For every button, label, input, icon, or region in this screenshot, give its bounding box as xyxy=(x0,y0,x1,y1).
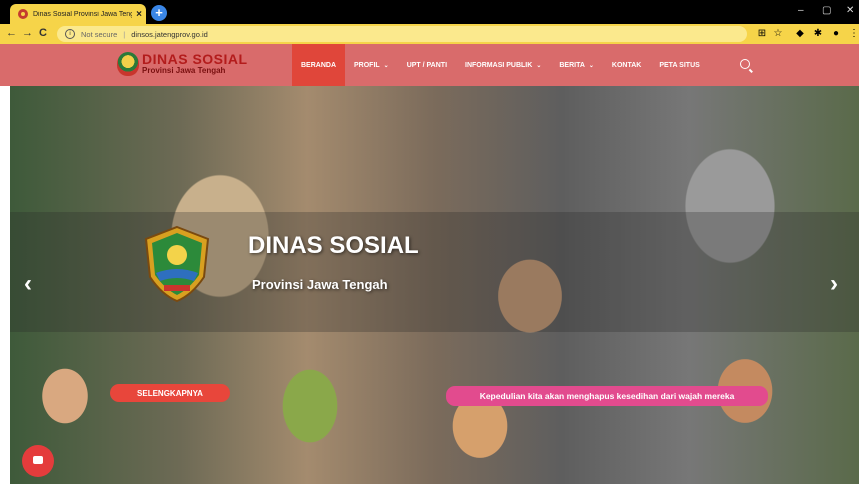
url-input[interactable]: i Not secure | dinsos.jatengprov.go.id xyxy=(57,26,747,42)
hero-overlay xyxy=(10,212,859,332)
profile-icon[interactable]: ● xyxy=(830,28,842,40)
divider: | xyxy=(123,29,126,39)
nav-item-berita[interactable]: BERITA ⌄ xyxy=(550,44,603,86)
security-label: Not secure xyxy=(81,29,118,39)
chat-widget-icon[interactable] xyxy=(22,445,54,477)
nav-item-kontak[interactable]: KONTAK xyxy=(603,44,650,86)
info-icon[interactable]: i xyxy=(65,29,75,39)
hero-slider-image xyxy=(10,86,859,484)
forward-icon[interactable]: → xyxy=(22,27,33,39)
logo-emblem-icon[interactable] xyxy=(117,52,139,76)
nav-item-upt-panti[interactable]: UPT / PANTI xyxy=(398,44,456,86)
extension-icon[interactable]: ◆ xyxy=(794,28,806,40)
nav-item-profil[interactable]: PROFIL ⌄ xyxy=(345,44,398,86)
minimize-icon[interactable]: – xyxy=(798,5,804,16)
url-text: dinsos.jatengprov.go.id xyxy=(131,29,208,39)
browser-menu-icon[interactable]: ⋮ xyxy=(848,28,859,40)
search-icon[interactable] xyxy=(740,59,750,69)
nav-item-beranda[interactable]: BERANDA xyxy=(292,44,345,86)
address-bar-row: ← → C i Not secure | dinsos.jatengprov.g… xyxy=(0,24,859,44)
brand-title[interactable]: DINAS SOSIAL xyxy=(142,51,248,67)
main-navigation: BERANDA PROFIL ⌄ UPT / PANTI INFORMASI PU… xyxy=(292,44,709,86)
nav-item-peta-situs[interactable]: PETA SITUS xyxy=(650,44,708,86)
chevron-down-icon: ⌄ xyxy=(536,62,542,69)
hero-tagline: Kepedulian kita akan menghapus kesedihan… xyxy=(446,386,768,406)
tab-title: Dinas Sosial Provinsi Jawa Tengah xyxy=(33,10,132,18)
hero-title: DINAS SOSIAL xyxy=(248,232,419,259)
translate-icon[interactable]: ⊞ xyxy=(756,28,768,40)
maximize-icon[interactable]: ▢ xyxy=(822,5,831,16)
selengkapnya-button[interactable]: SELENGKAPNYA xyxy=(110,384,230,402)
brand-subtitle[interactable]: Provinsi Jawa Tengah xyxy=(142,66,225,75)
hero-subtitle: Provinsi Jawa Tengah xyxy=(252,277,388,292)
slider-next-icon[interactable]: › xyxy=(830,272,838,296)
nav-item-informasi-publik[interactable]: INFORMASI PUBLIK ⌄ xyxy=(456,44,550,86)
bookmark-star-icon[interactable]: ☆ xyxy=(772,28,784,40)
province-emblem-icon xyxy=(144,225,210,303)
reload-icon[interactable]: C xyxy=(39,27,47,39)
site-favicon-icon xyxy=(18,9,28,19)
browser-tab-strip: Dinas Sosial Provinsi Jawa Tengah × + – … xyxy=(0,0,859,24)
back-icon[interactable]: ← xyxy=(6,27,17,39)
chevron-down-icon: ⌄ xyxy=(383,62,389,69)
tab-close-icon[interactable]: × xyxy=(132,9,146,20)
new-tab-button[interactable]: + xyxy=(151,5,167,21)
close-window-icon[interactable]: ✕ xyxy=(846,5,854,16)
browser-tab[interactable]: Dinas Sosial Provinsi Jawa Tengah × xyxy=(10,4,146,24)
extension-puzzle-icon[interactable]: ✱ xyxy=(812,28,824,40)
slider-prev-icon[interactable]: ‹ xyxy=(24,272,32,296)
chevron-down-icon: ⌄ xyxy=(588,62,594,69)
